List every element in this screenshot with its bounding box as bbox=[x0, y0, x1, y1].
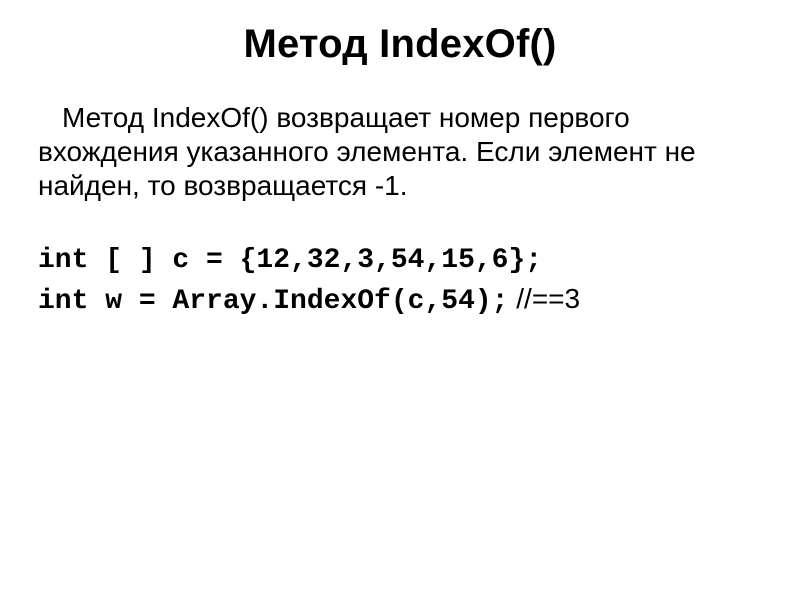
slide: Метод IndexOf() Метод IndexOf() возвраща… bbox=[0, 0, 800, 600]
code-line-2: int w = Array.IndexOf(c,54); //==3 bbox=[38, 280, 762, 321]
code-line-2-code: int w = Array.IndexOf(c,54); bbox=[38, 286, 508, 317]
code-line-1-text: int [ ] c = {12,32,3,54,15,6}; bbox=[38, 245, 542, 276]
code-line-2-comment: //==3 bbox=[508, 283, 580, 314]
code-block: int [ ] c = {12,32,3,54,15,6}; int w = A… bbox=[38, 239, 762, 321]
slide-title: Метод IndexOf() bbox=[38, 22, 762, 67]
slide-paragraph: Метод IndexOf() возвращает номер первого… bbox=[38, 101, 742, 203]
code-line-1: int [ ] c = {12,32,3,54,15,6}; bbox=[38, 239, 762, 280]
